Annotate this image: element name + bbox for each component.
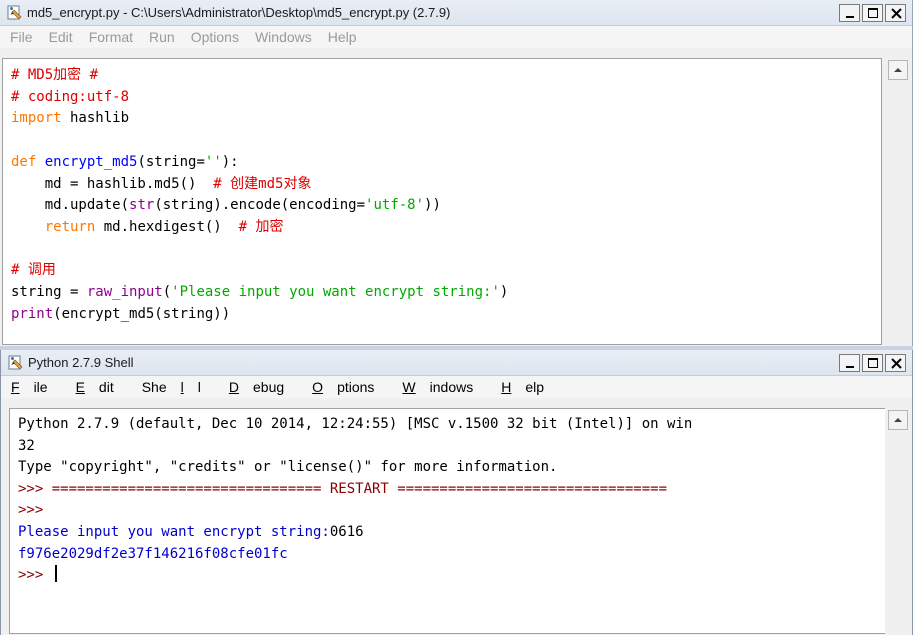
code-line-5-end: ): — [221, 153, 239, 170]
code-line-12-rest: (encrypt_md5(string)) — [53, 305, 231, 322]
menu-mnemonic: F — [11, 379, 20, 395]
editor-menubar: File Edit Format Run Options Windows Hel… — [0, 26, 912, 48]
shell-menu-windows[interactable]: Windows — [402, 379, 487, 395]
editor-window-title: md5_encrypt.py - C:\Users\Administrator\… — [27, 5, 451, 20]
menu-label: dit — [98, 379, 114, 395]
idle-python-icon — [8, 355, 23, 370]
code-line-6: md = hashlib.md5() — [11, 175, 214, 192]
close-button[interactable] — [885, 4, 906, 22]
close-icon — [891, 8, 902, 19]
code-line-2: # coding:utf-8 — [11, 88, 130, 105]
menu-mnemonic: E — [75, 379, 85, 395]
shell-menu-edit[interactable]: Edit — [76, 379, 128, 395]
code-line-3-rest: hashlib — [61, 110, 130, 127]
menu-format[interactable]: Format — [89, 29, 133, 45]
menu-edit[interactable]: Edit — [49, 29, 73, 45]
menu-file[interactable]: File — [10, 29, 33, 45]
keyword-return: return — [44, 218, 96, 235]
keyword-print: print — [11, 305, 54, 322]
editor-scrollbar[interactable] — [885, 58, 911, 345]
restart-line: >>> ================================ RES… — [18, 480, 668, 497]
idle-python-icon — [7, 5, 22, 20]
menu-label: indows — [429, 379, 474, 395]
menu-mnemonic: l — [180, 379, 184, 395]
shell-window: Python 2.7.9 Shell File Edit She l l Debug… — [0, 350, 913, 635]
code-line-8-indent — [11, 219, 45, 235]
shell-menu-help[interactable]: Help — [501, 379, 558, 395]
shell-banner-line: Python 2.7.9 (default, Dec 10 2014, 12:2… — [18, 416, 693, 432]
shell-prompt: >>> — [18, 502, 44, 519]
maximize-button[interactable] — [862, 4, 883, 22]
menu-mnemonic: O — [312, 379, 324, 395]
comment-create-md5: # 创建md5对象 — [213, 175, 312, 192]
shell-menu-options[interactable]: Options — [312, 379, 388, 395]
shell-close-button[interactable] — [885, 354, 906, 372]
shell-minimize-button[interactable] — [839, 354, 860, 372]
menu-label: She — [141, 379, 167, 395]
input-prompt-text: Please input you want encrypt string: — [18, 523, 330, 540]
builtin-raw-input: raw_input — [86, 284, 163, 301]
text-cursor — [54, 565, 57, 583]
builtin-str: str — [129, 197, 155, 214]
shell-prompt-current: >>> — [18, 567, 52, 584]
string-literal-utf8: 'utf-8' — [365, 197, 425, 214]
shell-window-title: Python 2.7.9 Shell — [28, 355, 134, 370]
shell-banner-line: Type "copyright", "credits" or "license(… — [18, 459, 558, 476]
shell-output[interactable]: Python 2.7.9 (default, Dec 10 2014, 12:2… — [9, 408, 887, 634]
menu-label: ile — [33, 379, 48, 395]
md5-output: f976e2029df2e37f146216f08cfe01fc — [18, 545, 288, 562]
maximize-icon — [868, 358, 878, 368]
code-line-8: md.hexdigest() — [95, 218, 239, 235]
minimize-icon — [846, 16, 854, 18]
editor-titlebar[interactable]: md5_encrypt.py - C:\Users\Administrator\… — [0, 0, 912, 26]
code-editor[interactable]: # MD5加密 # # coding:utf-8 import hashlib … — [2, 58, 882, 345]
shell-maximize-button[interactable] — [862, 354, 883, 372]
menu-options[interactable]: Options — [191, 29, 239, 45]
scroll-up-arrow-icon — [894, 418, 902, 422]
menu-mnemonic: H — [501, 379, 512, 395]
maximize-icon — [868, 8, 878, 18]
string-literal-empty: '' — [204, 153, 222, 170]
scroll-up-arrow-icon — [894, 68, 902, 72]
function-name: encrypt_md5 — [44, 153, 138, 170]
menu-windows[interactable]: Windows — [255, 29, 312, 45]
minimize-button[interactable] — [839, 4, 860, 22]
menu-label: ebug — [253, 379, 285, 395]
keyword-def: def — [11, 153, 37, 170]
close-icon — [891, 358, 902, 369]
shell-menubar: File Edit She l l Debug Options Windows He… — [1, 376, 912, 398]
code-line-1: # MD5加密 # — [11, 67, 99, 83]
code-line-11-b: ( — [162, 284, 172, 301]
shell-scroll-up-button[interactable] — [888, 410, 908, 430]
code-line-7-b: (string).encode(encoding= — [154, 197, 366, 214]
shell-scrollbar[interactable] — [885, 408, 911, 634]
code-line-11-c: ) — [499, 284, 509, 301]
string-literal-prompt: 'Please input you want encrypt string:' — [171, 284, 500, 301]
source-code: # MD5加密 # # coding:utf-8 import hashlib … — [11, 65, 508, 325]
code-line-11-a: string = — [11, 284, 87, 301]
editor-window: md5_encrypt.py - C:\Users\Administrator\… — [0, 0, 913, 348]
menu-run[interactable]: Run — [149, 29, 175, 45]
shell-menu-debug[interactable]: Debug — [229, 379, 298, 395]
comment-call: # 调用 — [11, 262, 56, 279]
comment-encrypt: # 加密 — [238, 218, 284, 235]
editor-scroll-up-button[interactable] — [888, 60, 908, 80]
shell-transcript: Python 2.7.9 (default, Dec 10 2014, 12:2… — [18, 414, 692, 587]
menu-label: elp — [525, 379, 545, 395]
code-line-7-a: md.update( — [11, 197, 130, 214]
user-input-value: 0616 — [329, 523, 364, 540]
menu-help[interactable]: Help — [328, 29, 357, 45]
keyword-import: import — [11, 110, 62, 127]
code-line-7-c: )) — [424, 197, 441, 214]
menu-label: l — [197, 379, 201, 395]
menu-label: ptions — [337, 379, 375, 395]
shell-banner-line: 32 — [18, 437, 35, 454]
shell-menu-file[interactable]: File — [11, 379, 62, 395]
minimize-icon — [846, 366, 854, 368]
shell-menu-shell[interactable]: She l l — [142, 379, 215, 395]
shell-titlebar[interactable]: Python 2.7.9 Shell — [1, 350, 912, 376]
menu-mnemonic: W — [402, 379, 416, 395]
menu-mnemonic: D — [228, 379, 240, 395]
code-line-5-params: (string= — [137, 153, 205, 170]
